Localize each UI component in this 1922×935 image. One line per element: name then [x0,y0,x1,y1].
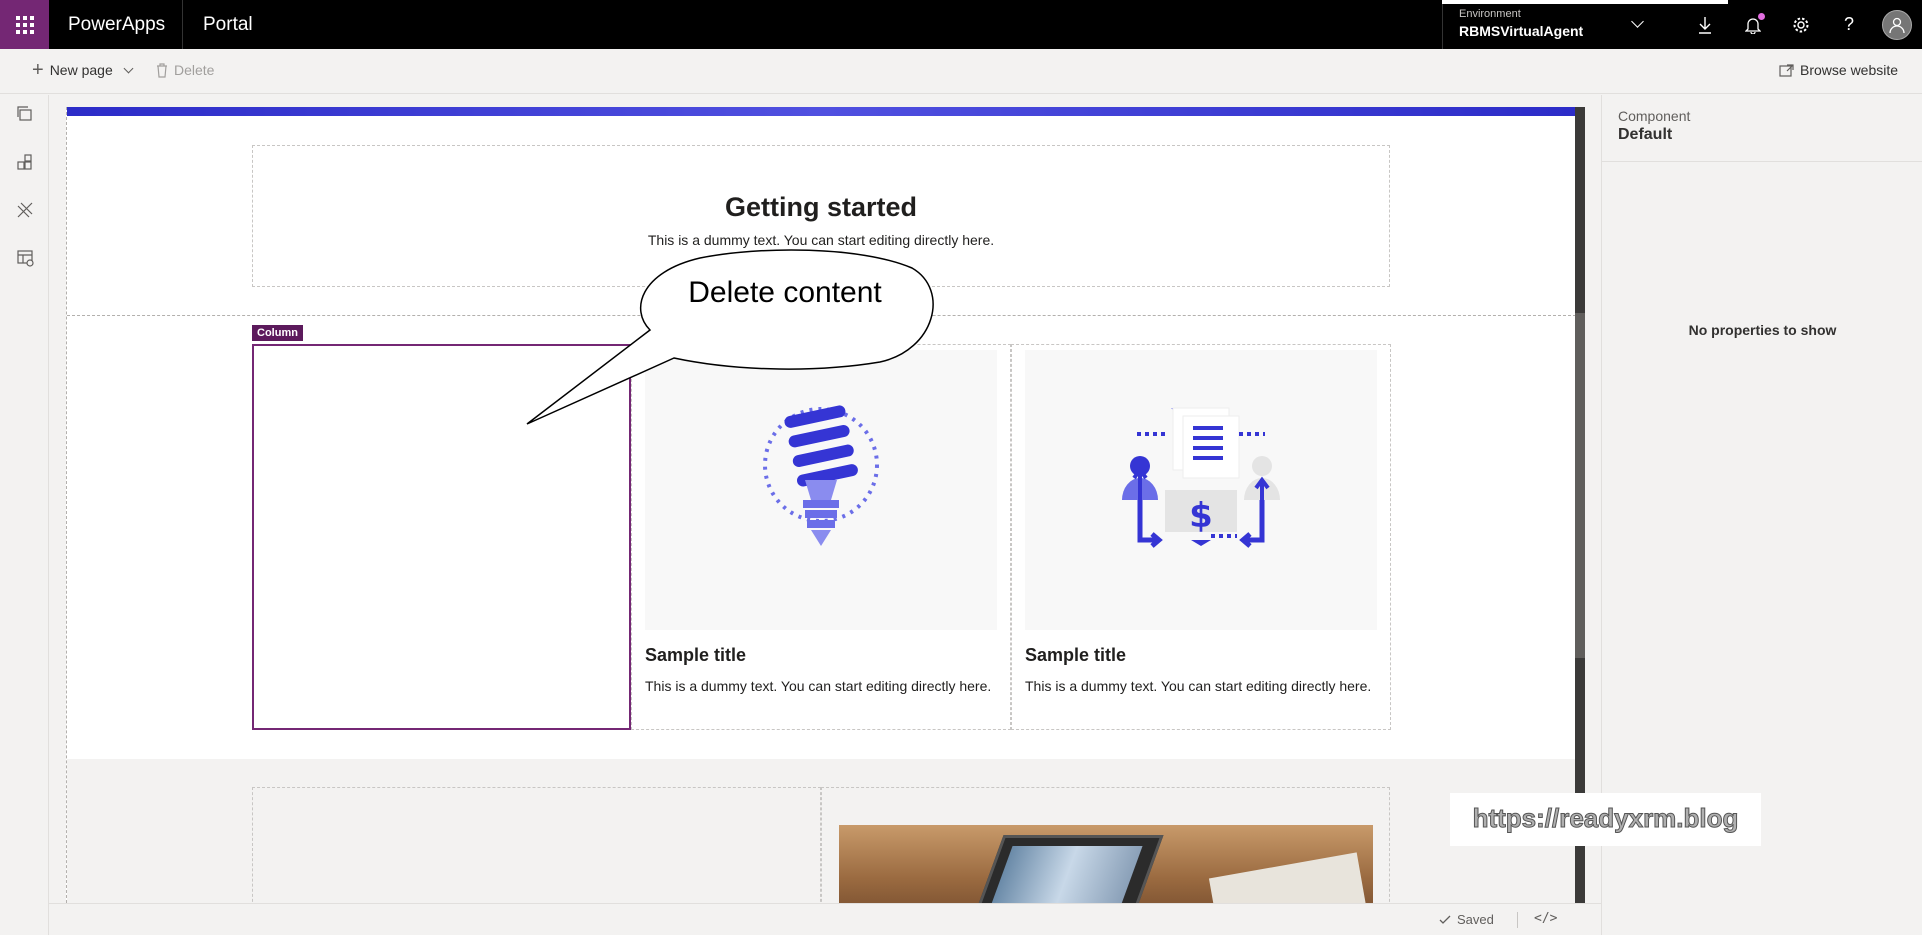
svg-text:$: $ [1189,496,1213,536]
empty-properties-message: No properties to show [1688,322,1837,338]
waffle-icon [15,15,34,34]
checkmark-icon [1439,915,1451,924]
environment-label: Environment [1459,8,1521,20]
column-tag: Column [252,325,303,341]
header-banner [67,107,1575,116]
card[interactable]: $ Sample title This is a dummy text. You… [1011,344,1391,730]
open-external-icon [1779,63,1794,77]
card-text[interactable]: This is a dummy text. You can start edit… [645,676,997,697]
portal-name: Portal [203,14,253,35]
divider [1517,912,1518,928]
app-name[interactable]: PowerApps [68,14,165,36]
saved-status: Saved [1439,912,1494,927]
hero-section[interactable]: Getting started This is a dummy text. Yo… [252,145,1390,287]
new-page-label: New page [49,62,113,78]
code-editor-button[interactable]: </> [1534,911,1557,926]
section-divider [67,315,1575,316]
card-text[interactable]: This is a dummy text. You can start edit… [1025,676,1377,697]
hero-title[interactable]: Getting started [253,192,1389,223]
help-button[interactable]: ? [1825,0,1873,49]
app-launcher-button[interactable] [0,0,49,49]
card-title[interactable]: Sample title [1025,645,1126,666]
person-icon [1889,17,1905,33]
paper-image [1208,852,1368,903]
question-icon: ? [1843,14,1854,34]
delete-button[interactable]: Delete [156,62,214,78]
card[interactable]: Sample title This is a dummy text. You c… [631,344,1011,730]
gear-icon [1793,17,1809,32]
selected-column[interactable] [252,344,631,730]
new-page-button[interactable]: + New page [32,59,134,81]
watermark-box: https://readyxrm.blog [1450,793,1761,846]
delete-label: Delete [174,62,215,78]
avatar [1882,9,1912,40]
browse-website-label: Browse website [1800,62,1899,78]
profile-button[interactable] [1873,0,1921,49]
templates-icon[interactable] [16,249,34,267]
chevron-down-icon [1631,15,1644,28]
command-bar: + New page Delete Browse website [0,49,1922,94]
hero-text[interactable]: This is a dummy text. You can start edit… [253,232,1389,248]
left-rail [0,95,49,935]
finance-network-icon: $ [1122,407,1280,548]
notifications-button[interactable] [1729,0,1777,49]
top-bar: PowerApps Portal Environment RBMSVirtual… [0,0,1922,49]
saved-label: Saved [1457,912,1494,927]
status-bar: Saved </> [49,903,1601,935]
pages-icon[interactable] [16,105,34,123]
page-canvas[interactable]: Getting started This is a dummy text. Yo… [66,107,1575,903]
download-icon [1699,16,1711,34]
notification-badge [1758,13,1765,20]
components-icon[interactable] [16,153,34,171]
browse-website-button[interactable]: Browse website [1779,62,1898,78]
card-image[interactable]: $ [1025,350,1377,630]
section-column[interactable] [252,787,821,903]
environment-picker[interactable]: Environment RBMSVirtualAgent [1442,0,1656,49]
laptop-image [974,835,1164,903]
settings-button[interactable] [1777,0,1825,49]
scrollbar-thumb[interactable] [1575,313,1585,658]
callout-text: Delete content [688,276,882,309]
download-button[interactable] [1681,0,1729,49]
themes-icon[interactable] [16,201,34,219]
trash-icon [157,62,167,78]
component-label: Component [1618,108,1691,124]
chevron-down-icon [123,63,134,73]
component-value: Default [1618,126,1673,143]
watermark: https://readyxrm.blog [1472,803,1739,834]
divider [182,0,183,49]
card-image[interactable] [645,350,997,630]
divider [1602,161,1922,162]
plus-icon: + [32,59,44,81]
laptop-photo[interactable] [839,825,1373,903]
environment-value: RBMSVirtualAgent [1459,23,1584,39]
lightbulb-icon [763,405,879,546]
card-title[interactable]: Sample title [645,645,746,666]
